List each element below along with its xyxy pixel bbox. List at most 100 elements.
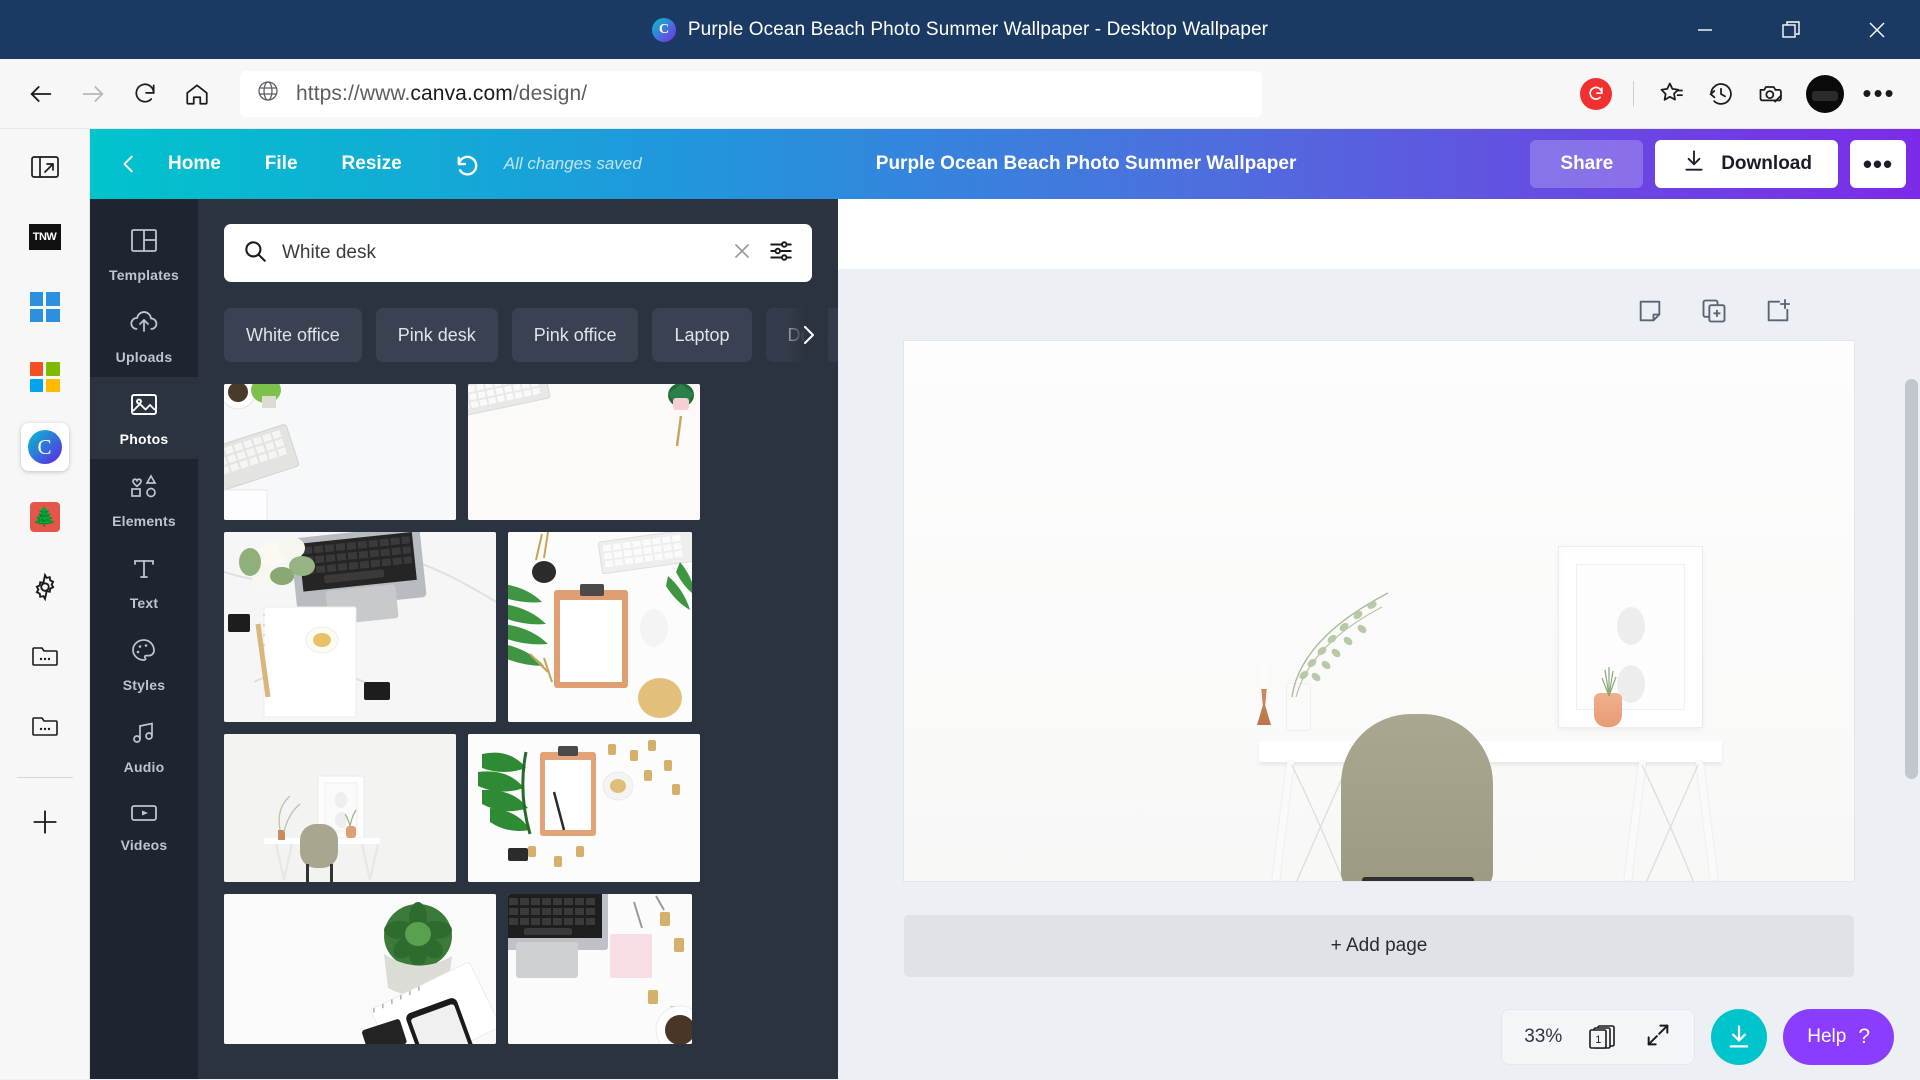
- download-arrow-icon: [1681, 148, 1707, 180]
- address-bar[interactable]: https://www.canva.com/design/: [240, 70, 1262, 117]
- windows-icon[interactable]: [21, 283, 69, 331]
- page-tools: [1636, 297, 1792, 330]
- search-input[interactable]: White desk: [224, 224, 812, 282]
- scrollbar-thumb[interactable]: [1905, 379, 1918, 779]
- tool-uploads[interactable]: Uploads: [90, 295, 198, 377]
- history-clock-icon[interactable]: [1698, 71, 1744, 117]
- blocked-tracker-icon[interactable]: [1573, 71, 1619, 117]
- photo-result-7[interactable]: [224, 894, 496, 1044]
- favorites-star-icon[interactable]: [1648, 71, 1694, 117]
- tool-videos[interactable]: Videos: [90, 787, 198, 865]
- chip-white-office[interactable]: White office: [224, 308, 362, 362]
- filter-chips: White office Pink desk Pink office Lapto…: [198, 282, 838, 362]
- download-button[interactable]: Download: [1655, 140, 1838, 188]
- collections-camera-icon[interactable]: [1748, 71, 1794, 117]
- canva-icon[interactable]: C: [20, 423, 69, 471]
- resize-menu-item[interactable]: Resize: [320, 153, 424, 175]
- tool-label: Templates: [108, 267, 179, 283]
- clear-x-icon[interactable]: [730, 239, 754, 268]
- photos-image-icon: [129, 391, 159, 424]
- browser-tab[interactable]: C Purple Ocean Beach Photo Summer Wallpa…: [0, 17, 1920, 42]
- canvas-vertical-scrollbar[interactable]: [1902, 339, 1920, 1079]
- canva-tool-rail: Templates Uploads Photos Elements Text S…: [90, 199, 198, 1079]
- canva-app: Home File Resize All changes saved Purpl…: [90, 129, 1920, 1079]
- tool-label: Photos: [119, 431, 169, 447]
- design-artwork: [904, 341, 1854, 881]
- app-body: TNW C 🌲 Home File Resize All changes sav…: [0, 129, 1920, 1079]
- search-icon: [242, 238, 268, 269]
- canvas-scroll-region: + Add page 33% 1 Help ?: [838, 269, 1920, 1079]
- add-page-button[interactable]: + Add page: [904, 915, 1854, 977]
- sidebar-divider: [16, 777, 73, 778]
- scene-chair: [1341, 714, 1493, 881]
- tree-icon[interactable]: 🌲: [21, 493, 69, 541]
- photo-result-8[interactable]: [508, 894, 692, 1044]
- save-status: All changes saved: [503, 154, 642, 173]
- tool-elements[interactable]: Elements: [90, 459, 198, 541]
- add-site-button[interactable]: [21, 798, 69, 846]
- filter-sliders-icon[interactable]: [768, 238, 794, 269]
- chip-pink-desk[interactable]: Pink desk: [375, 308, 498, 362]
- canva-main: Templates Uploads Photos Elements Text S…: [90, 199, 1920, 1079]
- canva-header-actions: Share Download •••: [1530, 140, 1906, 188]
- photo-result-6[interactable]: [468, 734, 700, 882]
- duplicate-page-icon[interactable]: [1700, 297, 1728, 330]
- restore-button[interactable]: [1748, 0, 1834, 59]
- tool-label: Styles: [122, 677, 166, 693]
- elements-shapes-icon: [128, 473, 160, 506]
- back-arrow-icon[interactable]: [18, 71, 64, 117]
- download-fab-button[interactable]: [1711, 1009, 1768, 1065]
- tool-photos[interactable]: Photos: [90, 377, 198, 459]
- page-notes-icon[interactable]: [1636, 297, 1664, 330]
- tool-audio[interactable]: Audio: [90, 705, 198, 787]
- page-number: 1: [1595, 1034, 1602, 1046]
- photo-result-2[interactable]: [468, 384, 700, 520]
- photo-result-4[interactable]: [508, 532, 692, 722]
- home-icon[interactable]: [174, 71, 220, 117]
- share-button[interactable]: Share: [1530, 140, 1644, 188]
- tnw-site-icon[interactable]: TNW: [21, 213, 69, 261]
- tool-label: Text: [129, 595, 159, 611]
- browser-actions: •••: [1573, 71, 1902, 117]
- chip-laptop[interactable]: Laptop: [652, 308, 752, 362]
- photo-result-3[interactable]: [224, 532, 496, 722]
- canva-top-bar: Home File Resize All changes saved Purpl…: [90, 129, 1920, 199]
- folder-dots-icon-2[interactable]: [21, 703, 69, 751]
- chip-pink-office[interactable]: Pink office: [511, 308, 639, 362]
- open-in-app-icon[interactable]: [21, 143, 69, 191]
- tool-styles[interactable]: Styles: [90, 623, 198, 705]
- profile-avatar[interactable]: [1806, 74, 1844, 113]
- toolbar-divider: [1633, 80, 1634, 107]
- zoom-level[interactable]: 33%: [1524, 1026, 1562, 1048]
- header-more-button[interactable]: •••: [1849, 140, 1906, 188]
- design-title[interactable]: Purple Ocean Beach Photo Summer Wallpape…: [876, 153, 1297, 175]
- templates-icon: [129, 227, 159, 260]
- chevron-left-icon[interactable]: [112, 147, 146, 181]
- photo-result-5[interactable]: [224, 734, 456, 882]
- canvas-top-strip: [838, 199, 1920, 269]
- chevron-right-icon[interactable]: [788, 308, 828, 362]
- forward-arrow-icon[interactable]: [70, 71, 116, 117]
- add-page-icon[interactable]: [1764, 297, 1792, 330]
- microsoft-icon[interactable]: [21, 353, 69, 401]
- help-button[interactable]: Help ?: [1783, 1009, 1894, 1065]
- more-options-icon[interactable]: •••: [1856, 71, 1902, 117]
- file-menu-item[interactable]: File: [243, 153, 320, 175]
- pages-stack-icon[interactable]: 1: [1588, 1023, 1618, 1051]
- minimize-button[interactable]: [1662, 0, 1748, 59]
- tool-templates[interactable]: Templates: [90, 213, 198, 295]
- design-page[interactable]: [904, 341, 1854, 881]
- expand-arrows-icon[interactable]: [1644, 1021, 1672, 1054]
- gear-icon[interactable]: [21, 563, 69, 611]
- photo-result-1[interactable]: [224, 384, 456, 520]
- folder-dots-icon[interactable]: [21, 633, 69, 681]
- audio-note-icon: [129, 719, 159, 752]
- undo-arrow-icon[interactable]: [442, 141, 488, 187]
- help-label: Help: [1807, 1026, 1847, 1047]
- home-menu-item[interactable]: Home: [146, 153, 243, 175]
- reload-icon[interactable]: [122, 71, 168, 117]
- search-area: White desk: [198, 199, 838, 282]
- design-page-wrapper: + Add page: [838, 341, 1920, 977]
- close-button[interactable]: [1834, 0, 1920, 59]
- tool-text[interactable]: Text: [90, 541, 198, 623]
